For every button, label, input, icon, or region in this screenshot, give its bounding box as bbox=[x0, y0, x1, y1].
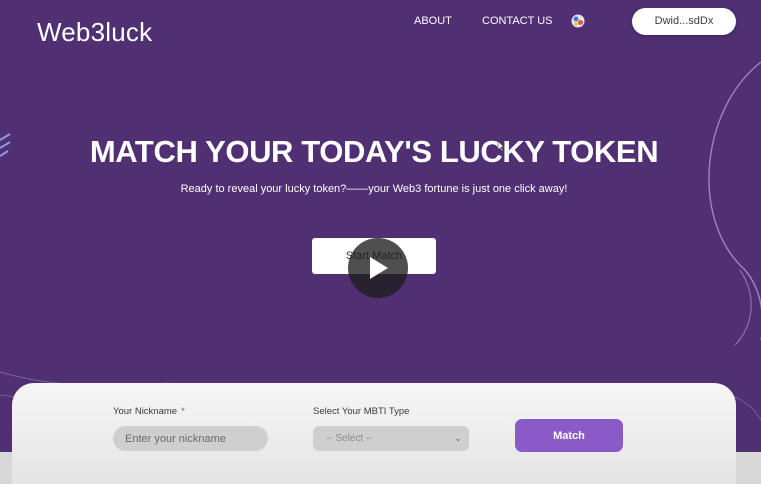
play-video-overlay[interactable] bbox=[348, 238, 408, 298]
nickname-label: Your Nickname * bbox=[113, 406, 185, 417]
chevron-down-icon: ⌄ bbox=[454, 433, 462, 443]
nav-contact-link[interactable]: CONTACT US bbox=[482, 15, 553, 27]
nickname-label-text: Your Nickname bbox=[113, 406, 178, 417]
mbti-label: Select Your MBTI Type bbox=[313, 406, 410, 417]
brand-logo[interactable]: Web3luck bbox=[37, 17, 152, 48]
hero-section: Web3luck ABOUT CONTACT US Dwid...sdDx MA… bbox=[0, 0, 761, 484]
mouse-cursor-icon bbox=[497, 140, 505, 152]
hero-title: MATCH YOUR TODAY'S LUCKY TOKEN bbox=[89, 134, 659, 169]
match-button[interactable]: Match bbox=[515, 419, 623, 452]
mbti-select[interactable]: -- Select -- ⌄ bbox=[313, 426, 469, 451]
globe-language-icon[interactable] bbox=[570, 13, 586, 29]
nav-about-link[interactable]: ABOUT bbox=[414, 15, 452, 27]
play-icon bbox=[370, 257, 388, 279]
nickname-input[interactable] bbox=[113, 426, 268, 451]
wallet-address-button[interactable]: Dwid...sdDx bbox=[632, 8, 736, 35]
hero-subtitle: Ready to reveal your lucky token?——your … bbox=[180, 183, 568, 195]
required-mark: * bbox=[181, 406, 185, 417]
mbti-selected-value: -- Select -- bbox=[326, 433, 373, 444]
